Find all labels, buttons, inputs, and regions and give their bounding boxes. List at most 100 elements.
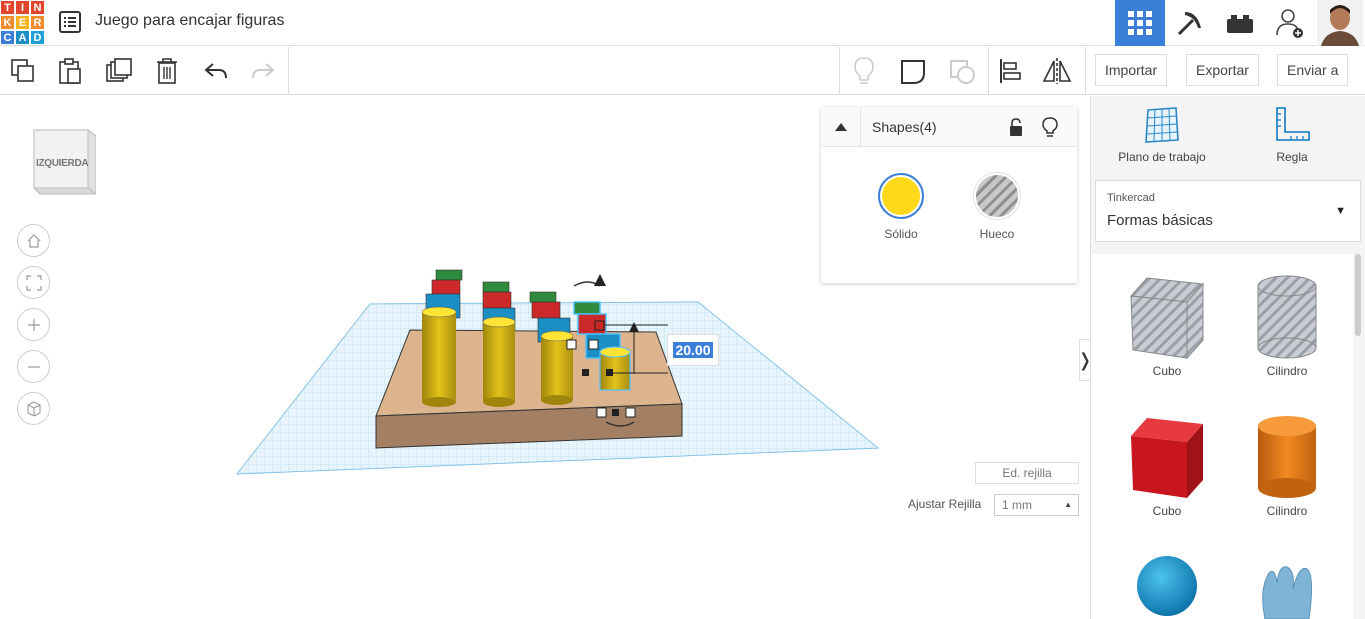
shape-library-select[interactable]: Tinkercad Formas básicas ▼	[1095, 180, 1361, 242]
ruler-icon	[1276, 107, 1310, 141]
height-dimension-value: 20.00	[673, 342, 713, 358]
logo-letter: K	[0, 15, 15, 30]
collapse-inspector-button[interactable]	[821, 107, 861, 147]
shape-label: Cubo	[1152, 504, 1182, 518]
paste-button[interactable]	[54, 55, 86, 87]
zoom-in-icon	[27, 318, 40, 331]
unlock-icon	[1010, 118, 1022, 136]
dropdown-arrow-icon: ▲	[1064, 500, 1072, 509]
snap-grid-select[interactable]: 1 mm ▲	[994, 494, 1079, 516]
fit-view-button[interactable]	[17, 266, 50, 299]
grid-icon	[1128, 11, 1152, 35]
zoom-out-button[interactable]	[17, 350, 50, 383]
resize-handle[interactable]	[612, 409, 619, 416]
logo-letter: E	[15, 15, 30, 30]
ungroup-icon	[950, 60, 975, 84]
box-hole-icon	[1129, 277, 1205, 360]
undo-icon	[204, 63, 227, 79]
invite-user-button[interactable]	[1265, 0, 1315, 46]
base-block[interactable]	[375, 329, 683, 449]
undo-button[interactable]	[200, 55, 232, 87]
workplane-icon	[1145, 107, 1179, 143]
logo-letter: T	[0, 0, 15, 15]
perspective-icon	[26, 400, 41, 417]
show-all-button[interactable]	[848, 55, 880, 87]
shape-box-hole[interactable]: Cubo	[1112, 274, 1222, 378]
align-button[interactable]	[994, 55, 1026, 87]
view-cube-label: IZQUIERDA	[36, 158, 89, 169]
shape-sphere[interactable]	[1112, 554, 1222, 619]
copy-icon	[11, 59, 34, 82]
edit-grid-button[interactable]: Ed. rejilla	[975, 462, 1079, 484]
rotation-handle[interactable]	[573, 274, 606, 287]
duplicate-icon	[106, 58, 132, 82]
minecraft-view-button[interactable]	[1165, 0, 1215, 46]
divider	[1085, 47, 1086, 95]
solid-label: Sólido	[884, 227, 918, 241]
design-title[interactable]: Juego para encajar figuras	[95, 12, 284, 30]
group-button[interactable]	[897, 55, 929, 87]
light-bulb-icon	[1042, 117, 1058, 137]
height-dimension-input[interactable]: 20.00	[667, 334, 719, 366]
solid-color-swatch	[878, 173, 924, 219]
lego-view-button[interactable]	[1215, 0, 1265, 46]
delete-button[interactable]	[151, 55, 183, 87]
3d-design-view-button[interactable]	[1115, 0, 1165, 46]
top-bar: T I N K E R C A D Juego para encajar fig…	[0, 0, 1365, 46]
align-icon	[1000, 59, 1021, 83]
workplane-label: Plano de trabajo	[1118, 150, 1206, 164]
perspective-toggle-button[interactable]	[17, 392, 50, 425]
design-list-icon[interactable]	[58, 10, 82, 34]
mirror-button[interactable]	[1041, 55, 1073, 87]
export-button[interactable]: Exportar	[1186, 54, 1259, 86]
orange-cylinder-icon	[1258, 416, 1316, 498]
scribble-icon	[1262, 566, 1313, 619]
ruler-tool[interactable]: Regla	[1237, 106, 1347, 164]
cylinder-hole-icon	[1257, 275, 1317, 359]
resize-handle[interactable]	[596, 407, 607, 418]
shape-grid: Cubo Cilindro Cubo Cilindro	[1091, 254, 1353, 619]
pickaxe-icon	[1177, 12, 1201, 36]
lock-button[interactable]	[1006, 117, 1026, 137]
shape-label: Cubo	[1152, 364, 1182, 378]
solid-option[interactable]: Sólido	[871, 173, 931, 241]
user-avatar-button[interactable]	[1315, 0, 1365, 46]
ungroup-button[interactable]	[946, 55, 978, 87]
copy-button[interactable]	[7, 55, 39, 87]
shape-cylinder[interactable]: Cilindro	[1232, 414, 1342, 518]
brick-icon	[1227, 15, 1253, 33]
resize-handle[interactable]	[594, 320, 605, 331]
library-provider: Tinkercad	[1107, 192, 1155, 204]
zoom-in-button[interactable]	[17, 308, 50, 341]
resize-handle[interactable]	[566, 339, 577, 350]
snap-grid-value: 1 mm	[1002, 498, 1032, 512]
send-to-button[interactable]: Enviar a	[1277, 54, 1349, 86]
tinkercad-logo[interactable]: T I N K E R C A D	[0, 0, 45, 45]
import-button[interactable]: Importar	[1095, 54, 1168, 86]
zoom-out-icon	[27, 365, 40, 368]
panel-scrollbar[interactable]	[1355, 254, 1361, 336]
resize-handle[interactable]	[625, 407, 636, 418]
resize-handle[interactable]	[582, 369, 589, 376]
shape-box[interactable]: Cubo	[1112, 414, 1222, 518]
group-icon	[901, 60, 925, 84]
hole-swatch	[974, 173, 1020, 219]
hide-button[interactable]	[1040, 116, 1060, 138]
logo-letter: A	[15, 30, 30, 45]
duplicate-button[interactable]	[103, 55, 135, 87]
workplane-tool[interactable]: Plano de trabajo	[1107, 106, 1217, 164]
chevron-up-icon	[834, 123, 847, 131]
resize-handle[interactable]	[606, 369, 613, 376]
view-cube[interactable]: IZQUIERDA	[32, 126, 98, 198]
library-name: Formas básicas	[1107, 212, 1213, 229]
avatar	[1317, 0, 1363, 46]
shape-inspector: Shapes(4) Sólido Hueco	[821, 107, 1077, 283]
home-view-button[interactable]	[17, 224, 50, 257]
shape-cylinder-hole[interactable]: Cilindro	[1232, 274, 1342, 378]
shape-scribble[interactable]	[1232, 559, 1342, 619]
redo-button[interactable]	[247, 55, 279, 87]
hole-option[interactable]: Hueco	[967, 173, 1027, 241]
resize-handle[interactable]	[588, 339, 599, 350]
divider	[988, 47, 989, 95]
mirror-icon	[1042, 58, 1072, 84]
